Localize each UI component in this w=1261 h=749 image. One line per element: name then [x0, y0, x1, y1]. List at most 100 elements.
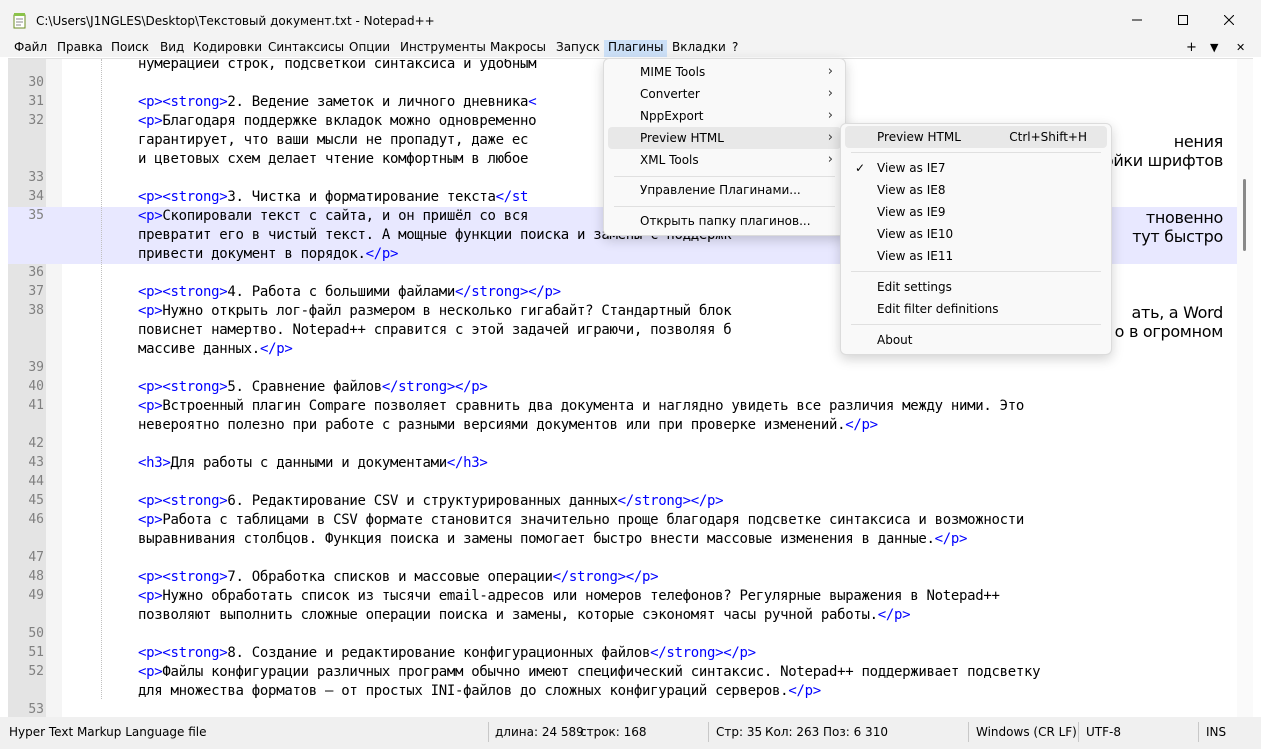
tab-list-dropdown-icon[interactable]: ▼	[1210, 40, 1218, 57]
menu-item-view-ie9[interactable]: View as IE9	[845, 201, 1107, 223]
line-text: <p><strong>4. Работа с большими файлами<…	[138, 284, 561, 300]
menu-tabs[interactable]: Вкладки	[672, 40, 726, 57]
editor-line[interactable]: 53	[8, 701, 1237, 717]
scrollbar-thumb[interactable]	[1243, 179, 1246, 251]
line-text: <p><strong>5. Сравнение файлов</strong><…	[138, 379, 488, 395]
notepadpp-app-icon	[13, 13, 26, 29]
line-number: 31	[28, 94, 44, 109]
editor-line[interactable]: 47	[8, 549, 1237, 568]
status-language: Hyper Text Markup Language file	[9, 725, 207, 739]
status-insert-mode[interactable]: INS	[1206, 724, 1226, 740]
editor-line[interactable]: 49 <p>Нужно обработать список из тысячи e…	[8, 587, 1237, 606]
editor-line[interactable]: 45 <p><strong>6. Редактирование CSV и стр…	[8, 492, 1237, 511]
line-number: 33	[28, 170, 44, 185]
line-text: <p><strong>7. Обработка списков и массов…	[138, 569, 659, 585]
status-eol[interactable]: Windows (CR LF)	[976, 724, 1077, 740]
editor-line[interactable]: позволяют выполнить сложные операции пои…	[8, 606, 1237, 625]
menu-item-plugin-manager[interactable]: Управление Плагинами...	[608, 179, 841, 201]
line-number: 32	[28, 113, 44, 128]
line-number: 41	[28, 398, 44, 413]
menu-separator	[851, 271, 1101, 272]
status-divider	[1078, 722, 1079, 742]
menu-item-edit-settings[interactable]: Edit settings	[845, 276, 1107, 298]
status-divider	[968, 722, 969, 742]
editor-line[interactable]: 48 <p><strong>7. Обработка списков и масс…	[8, 568, 1237, 587]
close-tab-icon[interactable]: ✕	[1236, 40, 1245, 57]
menu-item-nppexport[interactable]: NppExport ›	[608, 105, 841, 127]
line-number: 44	[28, 474, 44, 489]
status-encoding[interactable]: UTF-8	[1086, 724, 1121, 740]
editor-line[interactable]: 46 <p>Работа с таблицами в CSV формате ст…	[8, 511, 1237, 530]
editor-line[interactable]: 39	[8, 359, 1237, 378]
menu-run[interactable]: Запуск	[556, 40, 600, 57]
editor-line[interactable]: 44	[8, 473, 1237, 492]
menu-item-mime-tools[interactable]: MIME Tools ›	[608, 61, 841, 83]
line-text: <h3>Для работы с данными и документами</…	[138, 455, 488, 471]
editor-line[interactable]: выравнивания столбцов. Функция поиска и …	[8, 530, 1237, 549]
new-tab-icon[interactable]: +	[1186, 40, 1197, 57]
menu-help[interactable]: ?	[732, 40, 738, 57]
status-line-number: Стр: 35	[716, 725, 763, 739]
menu-item-view-ie8[interactable]: View as IE8	[845, 179, 1107, 201]
menu-edit[interactable]: Правка	[57, 40, 103, 57]
editor-line[interactable]: 43 <h3>Для работы с данными и документами…	[8, 454, 1237, 473]
line-text: <p>Скопировали текст с сайта, и он пришё…	[138, 208, 529, 224]
line-number: 43	[28, 455, 44, 470]
maximize-button[interactable]	[1160, 0, 1206, 40]
shortcut-label: Ctrl+Shift+H	[1009, 130, 1087, 144]
line-text: позволяют выполнить сложные операции пои…	[138, 607, 911, 623]
menu-view[interactable]: Вид	[160, 40, 184, 57]
menu-item-edit-filter-definitions[interactable]: Edit filter definitions	[845, 298, 1107, 320]
menu-item-xml-tools[interactable]: XML Tools ›	[608, 149, 841, 171]
editor-line[interactable]: 51 <p><strong>8. Создание и редактировани…	[8, 644, 1237, 663]
editor-line[interactable]: невероятно полезно при работе с разными …	[8, 416, 1237, 435]
editor-line[interactable]: 52 <p>Файлы конфигурации различных програ…	[8, 663, 1237, 682]
line-text: <p>Встроенный плагин Compare позволяет с…	[138, 398, 1025, 414]
menu-item-view-ie7[interactable]: ✓ View as IE7	[845, 157, 1107, 179]
status-divider	[708, 722, 709, 742]
menu-item-view-ie10[interactable]: View as IE10	[845, 223, 1107, 245]
line-number: 52	[28, 664, 44, 679]
menu-tools[interactable]: Инструменты	[400, 40, 486, 57]
editor-line[interactable]: 40 <p><strong>5. Сравнение файлов</strong…	[8, 378, 1237, 397]
menu-options[interactable]: Опции	[349, 40, 390, 57]
status-divider	[1198, 722, 1199, 742]
menu-encoding[interactable]: Кодировки	[193, 40, 262, 57]
menu-item-open-plugins-folder[interactable]: Открыть папку плагинов...	[608, 210, 841, 232]
status-bar: Hyper Text Markup Language file длина: 2…	[0, 717, 1261, 749]
line-text: <p>Нужно открыть лог-файл размером в нес…	[138, 303, 732, 319]
close-window-button[interactable]	[1206, 0, 1252, 40]
minimize-icon	[1132, 19, 1142, 21]
menu-separator	[614, 206, 835, 207]
menu-item-preview-html[interactable]: Preview HTML ›	[608, 127, 841, 149]
line-text: невероятно полезно при работе с разными …	[138, 417, 878, 433]
line-number: 40	[28, 379, 44, 394]
line-text: <p>Нужно обработать список из тысячи ema…	[138, 588, 1000, 604]
vertical-scrollbar[interactable]	[1237, 59, 1253, 717]
line-number: 51	[28, 645, 44, 660]
line-number: 49	[28, 588, 44, 603]
line-text: <p>Работа с таблицами в CSV формате стан…	[138, 512, 1025, 528]
menu-item-about[interactable]: About	[845, 329, 1107, 351]
menu-syntax[interactable]: Синтаксисы	[268, 40, 344, 57]
menu-item-preview-html-run[interactable]: Preview HTML Ctrl+Shift+H	[845, 126, 1107, 148]
line-number: 35	[28, 208, 44, 223]
menu-file[interactable]: Файл	[14, 40, 47, 57]
editor-line[interactable]: 50	[8, 625, 1237, 644]
chevron-right-icon: ›	[827, 152, 833, 167]
menu-search[interactable]: Поиск	[111, 40, 149, 57]
line-number: 37	[28, 284, 44, 299]
editor-line[interactable]: 42	[8, 435, 1237, 454]
status-column: Кол: 263	[765, 725, 820, 739]
editor-line[interactable]: для множества форматов — от простых INI-…	[8, 682, 1237, 701]
minimize-button[interactable]	[1114, 0, 1160, 40]
line-number: 48	[28, 569, 44, 584]
menu-plugins[interactable]: Плагины	[604, 40, 668, 57]
menu-item-view-ie11[interactable]: View as IE11	[845, 245, 1107, 267]
menu-item-converter[interactable]: Converter ›	[608, 83, 841, 105]
editor-line[interactable]: 41 <p>Встроенный плагин Compare позволяет…	[8, 397, 1237, 416]
menu-macros[interactable]: Макросы	[490, 40, 546, 57]
line-number: 38	[28, 303, 44, 318]
maximize-icon	[1178, 15, 1188, 25]
checkmark-icon: ✓	[855, 161, 866, 175]
